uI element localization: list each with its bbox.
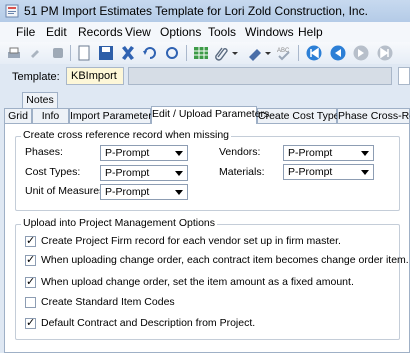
checkmark-icon: ✓ bbox=[26, 317, 36, 329]
upload-option-label: Default Contract and Description from Pr… bbox=[41, 317, 256, 329]
stamp-icon[interactable] bbox=[247, 45, 263, 61]
chevron-down-icon bbox=[175, 171, 183, 176]
vendors-label: Vendors: bbox=[219, 146, 261, 158]
phases-value: P-Prompt bbox=[105, 147, 150, 159]
materials-label: Materials: bbox=[219, 166, 265, 178]
upload-option-checkbox[interactable]: ✓ bbox=[25, 235, 36, 247]
materials-select[interactable]: P-Prompt bbox=[283, 164, 374, 180]
upload-group-title: Upload into Project Management Options bbox=[21, 217, 218, 229]
upload-option-checkbox[interactable] bbox=[25, 297, 36, 308]
xref-group-title: Create cross reference record when missi… bbox=[21, 129, 232, 141]
template-extra-field[interactable] bbox=[398, 67, 410, 85]
stack-icon[interactable] bbox=[50, 45, 66, 61]
checkmark-icon: ✓ bbox=[26, 254, 36, 266]
vendors-select[interactable]: P-Prompt bbox=[283, 145, 374, 161]
print-icon[interactable] bbox=[6, 45, 22, 61]
edit-upload-panel: Create cross reference record when missi… bbox=[4, 123, 410, 353]
tab-notes[interactable]: Notes bbox=[22, 92, 58, 108]
unit-of-measures-label: Unit of Measures: bbox=[25, 185, 108, 197]
title-bar: 51 PM Import Estimates Template for Lori… bbox=[0, 0, 410, 23]
tab-grid[interactable]: Grid bbox=[4, 108, 32, 124]
cost-types-value: P-Prompt bbox=[105, 167, 150, 179]
menu-tools[interactable]: Tools bbox=[208, 25, 236, 39]
menu-edit[interactable]: Edit bbox=[46, 25, 67, 39]
template-row: Template: KBImport bbox=[0, 64, 410, 90]
chevron-down-icon bbox=[175, 190, 183, 195]
window-title: 51 PM Import Estimates Template for Lori… bbox=[24, 4, 368, 18]
toolbar-separator bbox=[70, 45, 71, 61]
upload-option-checkbox[interactable]: ✓ bbox=[25, 254, 36, 266]
menu-records[interactable]: Records bbox=[78, 25, 123, 39]
attach-icon[interactable] bbox=[27, 45, 43, 61]
first-record-icon[interactable] bbox=[306, 45, 322, 61]
tab-info[interactable]: Info bbox=[32, 108, 69, 124]
delete-icon[interactable] bbox=[120, 45, 136, 61]
tab-phase-cross-refs[interactable]: Phase Cross-Refs bbox=[337, 108, 410, 124]
vendors-value: P-Prompt bbox=[288, 147, 333, 159]
template-label: Template: bbox=[12, 71, 60, 83]
chevron-down-icon bbox=[361, 151, 369, 156]
chevron-down-icon bbox=[361, 170, 369, 175]
menu-help[interactable]: Help bbox=[298, 25, 323, 39]
toolbar: ABC bbox=[0, 42, 410, 65]
template-description-field bbox=[128, 67, 392, 85]
materials-value: P-Prompt bbox=[288, 166, 333, 178]
undo-icon[interactable] bbox=[142, 45, 158, 61]
menu-options[interactable]: Options bbox=[160, 25, 201, 39]
next-record-icon[interactable] bbox=[353, 45, 369, 61]
dropdown-icon[interactable] bbox=[231, 45, 239, 61]
unit-of-measures-select[interactable]: P-Prompt bbox=[100, 184, 188, 200]
paperclip-icon[interactable] bbox=[213, 45, 229, 61]
upload-option-label: Create Project Firm record for each vend… bbox=[41, 235, 341, 247]
upload-option-label: When upload change order, set the item a… bbox=[41, 276, 354, 288]
menu-bar: File Edit Records View Options Tools Win… bbox=[0, 22, 410, 43]
upload-option-label: Create Standard Item Codes bbox=[41, 296, 175, 308]
unit-of-measures-value: P-Prompt bbox=[105, 186, 150, 198]
template-input[interactable]: KBImport bbox=[66, 67, 124, 85]
refresh-icon[interactable] bbox=[164, 45, 180, 61]
phases-label: Phases: bbox=[25, 146, 63, 158]
toolbar-separator bbox=[186, 45, 187, 61]
upload-option-label: When uploading change order, each contra… bbox=[41, 254, 409, 266]
dropdown-icon[interactable] bbox=[264, 45, 272, 61]
app-icon bbox=[5, 4, 19, 18]
tab-import-parameters[interactable]: Import Parameters bbox=[69, 108, 157, 124]
grid-icon[interactable] bbox=[193, 45, 209, 61]
chevron-down-icon bbox=[175, 151, 183, 156]
tab-edit-upload-parameters[interactable]: Edit / Upload Parameters bbox=[151, 106, 269, 124]
checkmark-icon: ✓ bbox=[26, 276, 36, 288]
toolbar-separator bbox=[298, 45, 299, 61]
menu-view[interactable]: View bbox=[125, 25, 151, 39]
save-icon[interactable] bbox=[98, 45, 114, 61]
prev-record-icon[interactable] bbox=[330, 45, 346, 61]
checkmark-icon: ✓ bbox=[26, 235, 36, 247]
last-record-icon[interactable] bbox=[377, 45, 393, 61]
cost-types-label: Cost Types: bbox=[25, 166, 81, 178]
upload-option-checkbox[interactable]: ✓ bbox=[25, 317, 36, 329]
menu-file[interactable]: File bbox=[16, 25, 35, 39]
new-record-icon[interactable] bbox=[76, 45, 92, 61]
phases-select[interactable]: P-Prompt bbox=[100, 145, 188, 161]
tab-create-cost-types[interactable]: Create Cost Types bbox=[257, 108, 345, 124]
cost-types-select[interactable]: P-Prompt bbox=[100, 165, 188, 181]
spellcheck-icon[interactable]: ABC bbox=[276, 45, 292, 61]
upload-option-checkbox[interactable]: ✓ bbox=[25, 276, 36, 288]
menu-windows[interactable]: Windows bbox=[245, 25, 294, 39]
